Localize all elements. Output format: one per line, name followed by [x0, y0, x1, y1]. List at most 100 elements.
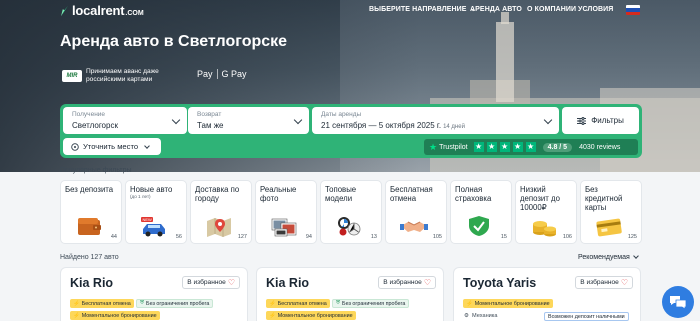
- pickup-value: Светлогорск: [72, 121, 118, 130]
- gearbox-icon: ⚙: [464, 313, 470, 319]
- nav-item-about[interactable]: О КОМПАНИИ: [527, 6, 576, 13]
- return-field[interactable]: Возврат Там же: [188, 107, 309, 134]
- filter-count: 15: [500, 234, 507, 240]
- filter-label: Без кредитной карты: [585, 185, 623, 212]
- handshake-icon: [400, 221, 428, 232]
- filter-label: Новые авто (до 1 лет): [130, 185, 182, 200]
- bolt-icon: ⚡: [269, 312, 276, 319]
- car-model: Kia Rio: [70, 276, 114, 290]
- filter-count: 44: [110, 234, 117, 240]
- rating-star-icon: ★: [486, 142, 497, 152]
- new-car-icon: NEW: [141, 217, 165, 237]
- filter-tile-no-deposit[interactable]: Без депозита 44: [60, 180, 122, 244]
- nav-item-destination[interactable]: ВЫБЕРИТЕ НАПРАВЛЕНИЕ ⌄: [369, 6, 476, 13]
- chevron-down-icon: [543, 115, 553, 125]
- language-flag-icon[interactable]: [626, 5, 640, 15]
- dates-value: 21 сентября — 5 октября 2025 г. 14 дней: [321, 121, 465, 130]
- results-count: Найдено 127 авто: [60, 254, 119, 261]
- chip-label: Моментальное бронирование: [81, 312, 157, 319]
- filter-label: Полная страховка: [455, 185, 492, 203]
- filter-tile-delivery[interactable]: Доставка по городу 127: [190, 180, 252, 244]
- car-card[interactable]: Kia Rio В избранное ♡ ⚡ Бесплатная отмена …: [256, 267, 444, 321]
- favorite-label: В избранное: [383, 279, 422, 286]
- trustpilot-reviews: 4030 reviews: [579, 143, 621, 151]
- shield-icon: ⛨: [336, 300, 341, 306]
- chip-label: Моментальное бронирование: [277, 312, 353, 319]
- filter-count: 13: [370, 234, 377, 240]
- chip-free-cancel: ⚡ Бесплатная отмена: [266, 299, 330, 308]
- hero-tower: [496, 22, 514, 102]
- trustpilot-star-icon: ★: [429, 141, 438, 152]
- transmission-info: ⚙ Механика: [464, 313, 497, 319]
- trustpilot-score: 4.8 / 5: [542, 142, 573, 152]
- bolt-icon: ⚡: [73, 300, 80, 307]
- chip-label: Возможен депозит наличными: [548, 313, 625, 320]
- filter-count: 94: [305, 234, 312, 240]
- payment-methods: Pay G Pay: [193, 69, 247, 79]
- apple-pay-label: Pay: [197, 69, 213, 79]
- favorite-label: В избранное: [580, 279, 619, 286]
- transmission-label: Механика: [472, 313, 498, 319]
- dates-label: Даты аренды: [321, 111, 362, 118]
- pickup-label: Получение: [72, 111, 106, 118]
- filter-tile-new-cars[interactable]: Новые авто (до 1 лет) NEW 56: [125, 180, 187, 244]
- favorite-button[interactable]: В избранное ♡: [575, 276, 633, 289]
- chip-free-cancel: ⚡ Бесплатная отмена: [70, 299, 134, 308]
- chat-button[interactable]: [662, 286, 694, 318]
- nav-item-terms[interactable]: УСЛОВИЯ: [578, 6, 613, 13]
- filters-button[interactable]: Фильтры: [562, 107, 639, 134]
- rating-star-icon: ★: [525, 142, 536, 152]
- nav-terms-label: УСЛОВИЯ: [578, 6, 614, 13]
- coins-icon: [533, 221, 556, 237]
- chip-label: Бесплатная отмена: [277, 300, 327, 307]
- return-label: Возврат: [197, 111, 222, 118]
- filter-count: 56: [175, 234, 182, 240]
- bolt-icon: ⚡: [466, 300, 473, 307]
- filter-label-text: Новые авто: [130, 185, 173, 194]
- car-card[interactable]: Toyota Yaris В избранное ♡ ⚡ Моментальное …: [453, 267, 641, 321]
- pickup-field[interactable]: Получение Светлогорск: [63, 107, 187, 134]
- rating-star-icon: ★: [473, 142, 484, 152]
- heart-icon: ♡: [227, 278, 235, 287]
- photos-icon: [271, 218, 297, 237]
- chip-unlimited-mileage: ⛨ Без ограничения пробега: [136, 299, 214, 308]
- dates-field[interactable]: Даты аренды 21 сентября — 5 октября 2025…: [312, 107, 559, 134]
- page-title: Аренда авто в Светлогорске: [60, 33, 288, 50]
- chevron-down-icon: [144, 142, 150, 149]
- favorite-button[interactable]: В избранное ♡: [378, 276, 436, 289]
- chip-unlimited-mileage: ⛨ Без ограничения пробега: [332, 299, 410, 308]
- filter-tile-free-cancel[interactable]: Бесплатная отмена 105: [385, 180, 447, 244]
- rating-star-icon: ★: [512, 142, 523, 152]
- mir-logo-icon: MIR: [62, 70, 82, 82]
- shield-icon: [469, 216, 489, 236]
- sort-dropdown[interactable]: Рекомендуемая: [578, 253, 639, 261]
- filter-tile-real-photos[interactable]: Реальные фото 94: [255, 180, 317, 244]
- logo[interactable]: localrent .COM: [60, 3, 144, 18]
- sort-label: Рекомендуемая: [578, 254, 630, 261]
- rating-star-icon: ★: [499, 142, 510, 152]
- filter-tile-low-deposit[interactable]: Низкий депозит до 10000₽ 106: [515, 180, 577, 244]
- dates-range: 21 сентября — 5 октября 2025 г.: [321, 121, 442, 130]
- divider: [216, 69, 218, 79]
- top-nav: localrent .COM ВЫБЕРИТЕ НАПРАВЛЕНИЕ ⌄ АР…: [0, 0, 700, 20]
- filter-tile-no-credit-card[interactable]: Без кредитной карты 125: [580, 180, 642, 244]
- sliders-icon: [577, 116, 587, 125]
- filter-label: Реальные фото: [260, 185, 297, 203]
- heart-icon: ♡: [423, 278, 431, 287]
- filter-label: Топовые модели: [325, 185, 357, 203]
- favorite-button[interactable]: В избранное ♡: [182, 276, 240, 289]
- chip-label: Без ограничения пробега: [146, 300, 210, 307]
- nav-item-rent[interactable]: АРЕНДА АВТО: [470, 6, 522, 13]
- search-panel: Получение Светлогорск Возврат Там же Дат…: [60, 104, 642, 158]
- car-card[interactable]: Kia Rio В избранное ♡ ⚡ Бесплатная отмена …: [60, 267, 248, 321]
- filter-tile-full-insurance[interactable]: Полная страховка 15: [450, 180, 512, 244]
- chip-instant-booking: ⚡ Моментальное бронирование: [266, 311, 356, 320]
- refine-location-button[interactable]: Уточнить место: [63, 138, 161, 155]
- brand-logos-icon: [338, 217, 361, 236]
- chip-cash-deposit: Возможен депозит наличными: [544, 312, 629, 321]
- map-pin-icon: [207, 218, 231, 237]
- chat-icon: [670, 296, 687, 310]
- filter-tile-top-models[interactable]: Топовые модели 13: [320, 180, 382, 244]
- trustpilot-widget[interactable]: ★ Trustpilot ★ ★ ★ ★ ★ 4.8 / 5 4030 revie…: [424, 139, 638, 155]
- heart-icon: ♡: [620, 278, 628, 287]
